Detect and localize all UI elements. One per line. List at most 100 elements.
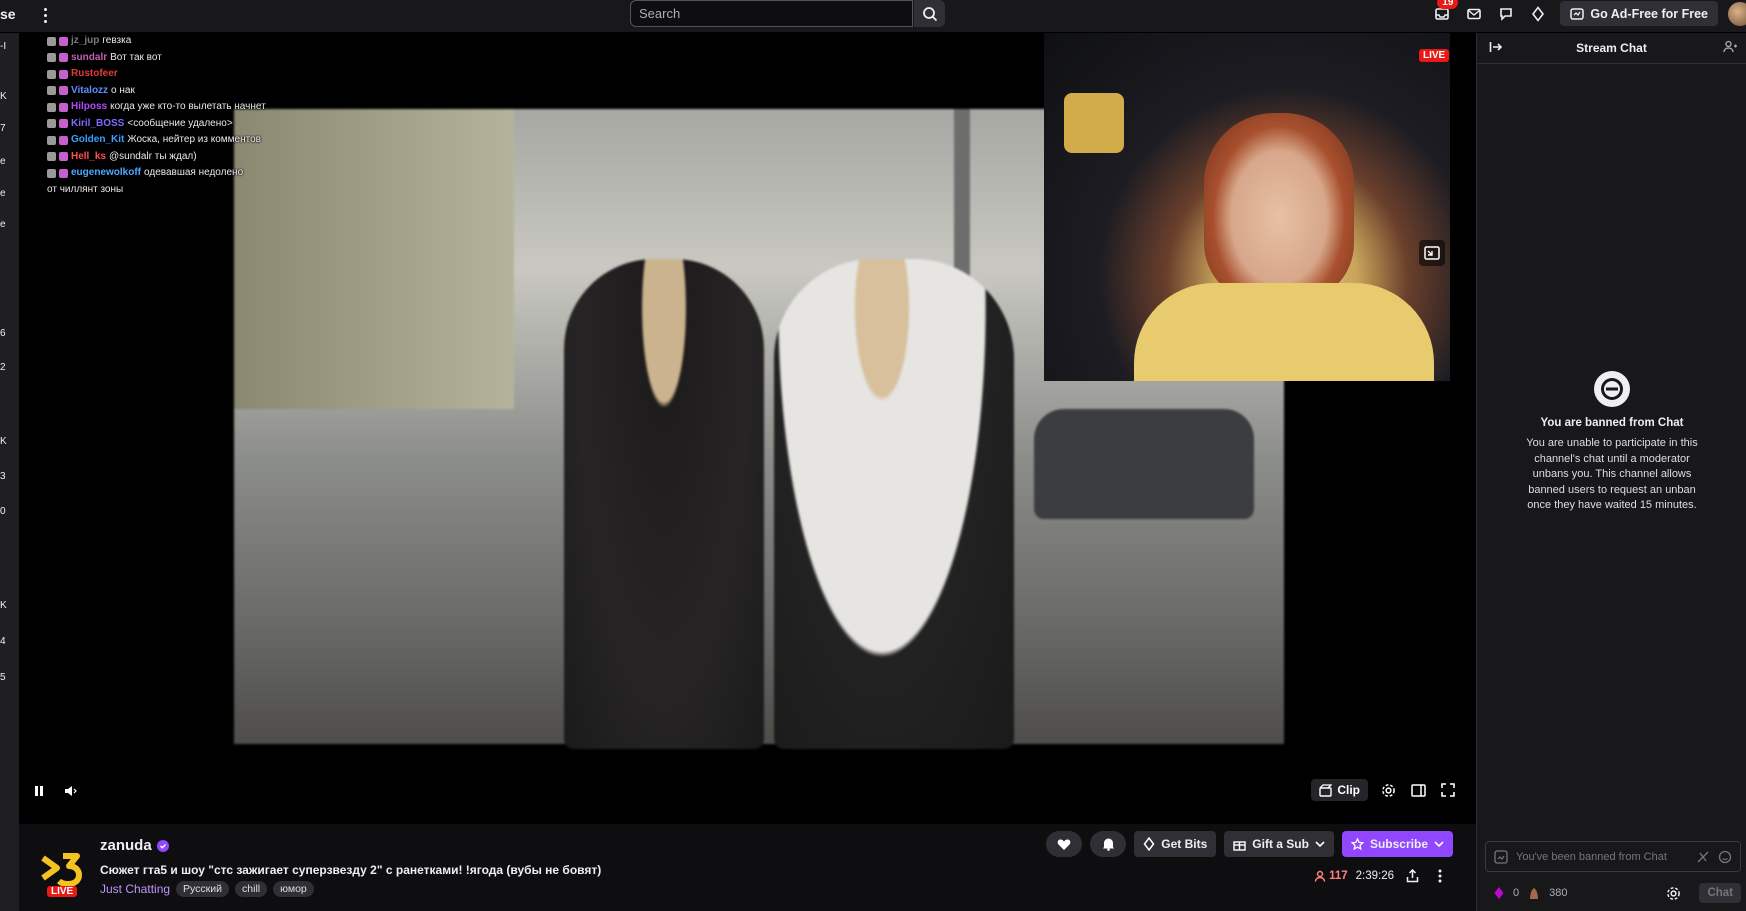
- vertical-dots-icon: [1438, 869, 1442, 883]
- search-bar: [630, 0, 945, 27]
- theatre-mode-button[interactable]: [1408, 780, 1428, 800]
- chat-badge-icon: [59, 119, 68, 129]
- gift-sub-button[interactable]: Gift a Sub: [1224, 831, 1334, 857]
- notifications-bell-button[interactable]: [1090, 831, 1127, 857]
- smiley-icon[interactable]: [1718, 850, 1732, 864]
- overlay-chat-line: eugenewolkoff одевавшая недолено: [47, 165, 327, 182]
- chat-header: Stream Chat: [1477, 33, 1746, 64]
- sidebar-fragment: e: [0, 219, 6, 230]
- volume-button[interactable]: [61, 781, 81, 801]
- verified-badge-icon: [156, 839, 169, 852]
- overlay-chat-message: гевзка: [102, 35, 132, 46]
- channel-actions: Get Bits Gift a Sub Subscribe: [1046, 831, 1453, 857]
- overlay-chat-message: о нак: [111, 84, 135, 96]
- overlay-chat-widget: jz_jup гевзка sundalr Вот так вот Rustofeer V…: [47, 33, 327, 198]
- sidebar-fragment: 4: [0, 636, 6, 647]
- tag-chip[interactable]: chill: [235, 881, 268, 897]
- community-button[interactable]: [1723, 40, 1738, 57]
- overlay-chat-line: Hell_ks @sundalr ты ждал): [47, 149, 327, 166]
- chat-settings-gear-icon[interactable]: [1666, 886, 1681, 901]
- video-player[interactable]: LIVE jz_jup гевзка sundalr Вот так вот Rusto…: [19, 33, 1476, 824]
- clip-label: Clip: [1337, 783, 1360, 797]
- chat-badge-icon: [47, 102, 56, 112]
- stream-category-link[interactable]: Just Chatting: [100, 882, 170, 896]
- settings-button[interactable]: [1378, 780, 1398, 800]
- pause-button[interactable]: [29, 781, 49, 801]
- collapse-chat-button[interactable]: [1489, 40, 1503, 57]
- overlay-chat-username: Rustofeer: [71, 68, 118, 79]
- sidebar-fragment: e: [0, 156, 6, 167]
- sidebar-fragment: 5: [0, 672, 6, 683]
- chat-badge-icon: [47, 152, 56, 162]
- bits-count: 0: [1513, 887, 1520, 899]
- overlay-chat-line: от чиллянт зоны: [47, 182, 327, 199]
- overlay-chat-message: от чиллянт зоны: [47, 183, 124, 195]
- chat-badge-icon: [59, 152, 68, 162]
- follow-button[interactable]: [1046, 831, 1083, 857]
- channel-points-icon[interactable]: [1527, 886, 1541, 900]
- search-button[interactable]: [914, 0, 945, 27]
- go-adfree-button[interactable]: Go Ad-Free for Free: [1560, 1, 1718, 26]
- collapse-arrow-icon: [1489, 42, 1503, 52]
- overlay-chat-line: Golden_Kit Жоска, нейтер из комментов: [47, 132, 327, 149]
- search-input[interactable]: [630, 0, 913, 27]
- more-options-button[interactable]: [1430, 866, 1450, 886]
- more-menu-button[interactable]: [38, 4, 52, 26]
- gift-sub-label: Gift a Sub: [1252, 837, 1309, 851]
- chat-message-input[interactable]: [1516, 850, 1688, 863]
- channel-live-badge: LIVE: [47, 886, 78, 897]
- chat-badge-icon: [47, 53, 56, 63]
- sidebar-fragment: 2: [0, 362, 6, 373]
- channel-points-count: 380: [1549, 887, 1568, 899]
- overlay-chat-message: @sundalr ты ждал): [109, 150, 197, 162]
- notification-count-badge: 19: [1437, 0, 1459, 9]
- mute-mic-icon[interactable]: [1696, 850, 1710, 864]
- heart-icon: [1057, 838, 1071, 850]
- subscribe-button[interactable]: Subscribe: [1341, 831, 1453, 857]
- whispers-button[interactable]: [1458, 0, 1490, 27]
- viewer-person-icon: [1314, 870, 1326, 882]
- tag-chip[interactable]: Русский: [176, 881, 230, 897]
- chat-badge-icon: [47, 69, 56, 79]
- chat-bubble-button[interactable]: [1490, 0, 1522, 27]
- bits-icon[interactable]: [1493, 886, 1505, 900]
- emote-picker-icon[interactable]: [1494, 849, 1508, 864]
- player-controls-right: Clip: [1311, 779, 1458, 801]
- clip-button[interactable]: Clip: [1311, 779, 1368, 801]
- overlay-chat-line: Kiril_BOSS <сообщение удалено>: [47, 116, 327, 133]
- fullscreen-button[interactable]: [1438, 780, 1458, 800]
- site-logo-fragment[interactable]: se: [0, 6, 16, 22]
- sidebar-fragment: 7: [0, 123, 6, 134]
- sidebar-fragment: 6: [0, 328, 6, 339]
- player-controls-left: [29, 781, 81, 801]
- users-icon: [1723, 40, 1737, 53]
- subscribe-label: Subscribe: [1369, 837, 1428, 851]
- overlay-chat-line: jz_jup гевзка: [47, 33, 327, 50]
- share-button[interactable]: [1402, 866, 1422, 886]
- bits-button[interactable]: [1522, 0, 1554, 27]
- stream-tags: Just Chatting Русский chill юмор: [100, 881, 314, 897]
- user-avatar[interactable]: [1728, 1, 1746, 26]
- channel-avatar[interactable]: [37, 844, 85, 892]
- tag-chip[interactable]: юмор: [273, 881, 314, 897]
- overlay-chat-username: jz_jup: [71, 35, 100, 46]
- get-bits-button[interactable]: Get Bits: [1134, 831, 1217, 857]
- chat-send-button[interactable]: Chat: [1699, 883, 1741, 903]
- picture-in-picture-button[interactable]: [1419, 240, 1445, 266]
- notifications-button[interactable]: 19: [1426, 0, 1459, 27]
- sidebar-fragment: K: [0, 436, 7, 447]
- theatre-mode-icon: [1410, 783, 1426, 797]
- pause-icon: [35, 786, 43, 796]
- chevron-down-icon: [1315, 841, 1325, 847]
- stream-chat-panel: Stream Chat You are banned from Chat You…: [1476, 33, 1746, 911]
- mail-icon: [1467, 8, 1482, 19]
- channel-info-bar: LIVE zanuda Сюжет гта5 и шоу "стс зажига…: [19, 824, 1476, 911]
- overlay-chat-message: когда уже кто-то вылетать начнет: [110, 101, 266, 112]
- chat-badge-icon: [59, 102, 68, 112]
- streamer-webcam: [1044, 33, 1450, 381]
- ban-icon: [1594, 371, 1630, 407]
- channel-name[interactable]: zanuda: [100, 837, 152, 854]
- gear-icon: [1381, 783, 1395, 797]
- left-sidebar-collapsed: -I K 7 e e e 6 2 K 3 0 K 4 5: [0, 33, 19, 911]
- overlay-chat-line: sundalr Вот так вот: [47, 50, 327, 67]
